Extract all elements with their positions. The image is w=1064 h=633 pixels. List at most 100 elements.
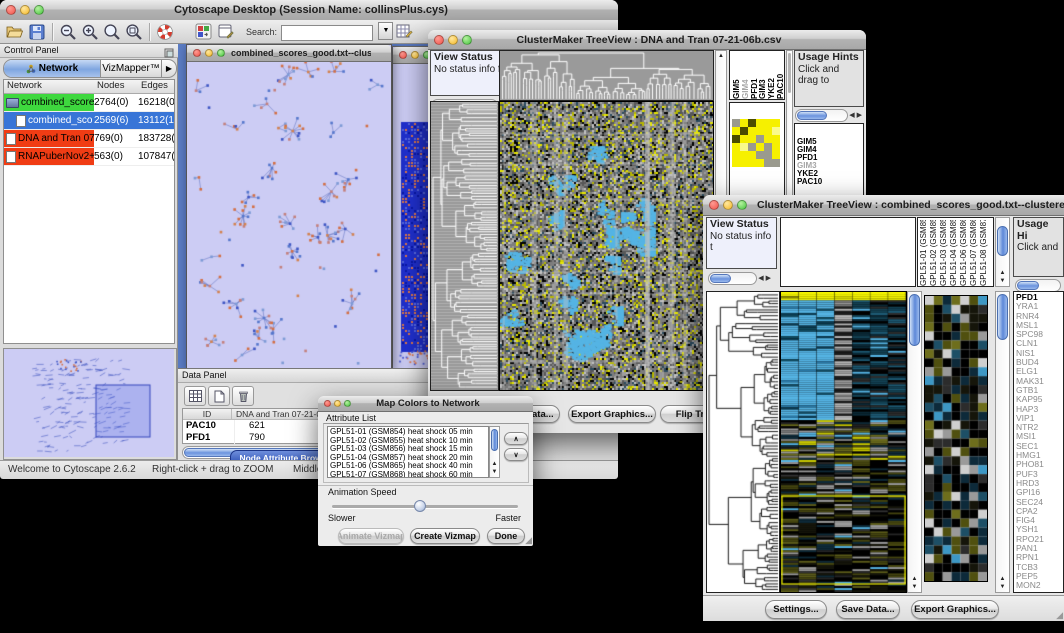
minimize-icon[interactable] <box>448 35 458 45</box>
zoom-window-icon[interactable] <box>217 49 225 57</box>
tv2-top-scrollbar[interactable]: ▲ ▼ <box>995 217 1010 287</box>
close-icon[interactable] <box>434 35 444 45</box>
tv2-button-export-graphics[interactable]: Export Graphics... <box>911 600 999 619</box>
tv2-top-dendrogram[interactable] <box>780 217 916 287</box>
dialog-title: Map Colors to Network <box>357 398 499 409</box>
traffic-lights[interactable] <box>703 200 753 210</box>
tv2-status-scrollbar[interactable]: ◀▶ <box>708 272 772 285</box>
tab-network[interactable]: Network <box>4 60 101 77</box>
move-up-button[interactable]: ∧ <box>504 432 528 445</box>
tv2-gene-scrollbar[interactable]: ▲ ▼ <box>995 291 1010 593</box>
attribute-listbox[interactable]: GPL51-01 (GSM854) heat shock 05 minGPL51… <box>327 426 489 478</box>
tv1-usage-scrollbar[interactable]: ◀▶ <box>795 109 863 122</box>
tabs-overflow-button[interactable]: ▶ <box>161 60 176 77</box>
tv2-view-status-message: No status info t <box>710 231 771 254</box>
tv1-detail-matrix[interactable] <box>732 119 780 167</box>
network-canvas-1[interactable] <box>187 62 389 368</box>
network-overview-canvas[interactable] <box>4 349 174 457</box>
network-name-label: DNA and Tran 07 <box>18 133 94 144</box>
zoom-window-icon[interactable] <box>462 35 472 45</box>
close-icon[interactable] <box>324 400 331 407</box>
zoom-window-icon[interactable] <box>737 200 747 210</box>
tv2-heatmap-scrollbar[interactable]: ▲ ▼ <box>907 291 922 593</box>
traffic-lights[interactable] <box>428 35 478 45</box>
tv2-button-settings[interactable]: Settings... <box>765 600 827 619</box>
tab-vizmapper-label: VizMapper™ <box>102 63 160 74</box>
traffic-lights[interactable] <box>187 49 231 57</box>
minimize-icon[interactable] <box>411 51 419 59</box>
main-titlebar[interactable]: Cytoscape Desktop (Session Name: collins… <box>0 0 618 21</box>
matrix-cell <box>772 159 780 167</box>
animation-slider-thumb[interactable] <box>414 500 426 512</box>
save-icon[interactable] <box>26 22 48 42</box>
close-icon[interactable] <box>709 200 719 210</box>
network-row[interactable]: combined_sco2569(6)13112(15) <box>4 112 174 130</box>
treeview2-titlebar[interactable]: ClusterMaker TreeView : combined_scores_… <box>703 195 1064 216</box>
dialog-button-create-vizmap[interactable]: Create Vizmap <box>410 528 480 544</box>
control-panel-title: Control Panel <box>4 45 59 55</box>
network-edges-value: 13112(15) <box>138 115 174 126</box>
network-row[interactable]: DNA and Tran 07769(0)183728(0) <box>4 130 174 148</box>
traffic-lights[interactable] <box>0 5 50 15</box>
zoom-fit-icon[interactable] <box>101 22 123 42</box>
zoom-in-icon[interactable] <box>79 22 101 42</box>
attribute-list-label: Attribute List <box>326 413 376 423</box>
col-network[interactable]: Network <box>4 80 97 93</box>
zoom-window-icon[interactable] <box>34 5 44 15</box>
move-down-button[interactable]: ∨ <box>504 448 528 461</box>
traffic-lights[interactable] <box>318 400 357 407</box>
help-lifesaver-icon[interactable] <box>154 22 176 42</box>
attribute-list-scrollbar[interactable]: ▲ ▼ <box>489 426 500 478</box>
matrix-cell <box>772 143 780 151</box>
attribute-list-item[interactable]: GPL51-07 (GSM868) heat shock 60 min <box>330 471 488 479</box>
matrix-cell <box>772 119 780 127</box>
delete-attribute-icon[interactable] <box>232 386 254 406</box>
treeview1-titlebar[interactable]: ClusterMaker TreeView : DNA and Tran 07-… <box>428 30 866 50</box>
tv1-view-status-message: No status info f <box>434 64 501 75</box>
vizmapper-icon[interactable] <box>192 22 214 42</box>
search-box[interactable]: ▼ <box>281 22 393 41</box>
matrix-cell <box>732 135 740 143</box>
heatmap-column-label: GIM4 <box>741 53 749 99</box>
tv1-heatmap[interactable] <box>499 101 714 391</box>
attribute-row-id: PAC10 <box>183 420 235 432</box>
minimize-icon[interactable] <box>205 49 213 57</box>
tab-vizmapper[interactable]: VizMapper™ <box>101 60 161 77</box>
tv1-top-dendrogram[interactable] <box>499 50 714 101</box>
new-attribute-icon[interactable] <box>208 386 230 406</box>
attribute-browser-icon[interactable] <box>393 22 415 42</box>
tv2-button-save-data[interactable]: Save Data... <box>836 600 900 619</box>
tv2-detail-heatmap[interactable] <box>924 295 988 582</box>
annotation-icon[interactable] <box>214 22 236 42</box>
zoom-selected-icon[interactable] <box>123 22 145 42</box>
resize-grip[interactable]: ◢ <box>1056 610 1063 621</box>
col-edges[interactable]: Edges <box>141 80 174 93</box>
data-col-id[interactable]: ID <box>183 409 232 419</box>
dialog-titlebar[interactable]: Map Colors to Network <box>318 396 533 412</box>
network-window-title: combined_scores_good.txt--cluste... <box>231 48 371 58</box>
network-overview-panel[interactable] <box>3 348 177 460</box>
dialog-button-done[interactable]: Done <box>487 528 525 544</box>
search-input[interactable] <box>281 25 373 41</box>
network-row[interactable]: RNAPuberNov2+|563(0)107847(0) <box>4 148 174 166</box>
minimize-icon[interactable] <box>723 200 733 210</box>
tv2-heatmap[interactable] <box>780 291 907 593</box>
close-icon[interactable] <box>399 51 407 59</box>
tv1-left-dendrogram[interactable] <box>430 101 499 391</box>
attribute-select-icon[interactable] <box>184 386 206 406</box>
minimize-icon[interactable] <box>334 400 341 407</box>
tv1-button-export-graphics[interactable]: Export Graphics... <box>568 405 656 423</box>
close-icon[interactable] <box>193 49 201 57</box>
open-file-icon[interactable] <box>4 22 26 42</box>
search-dropdown-icon[interactable]: ▼ <box>378 22 393 40</box>
col-nodes[interactable]: Nodes <box>97 80 141 93</box>
close-icon[interactable] <box>6 5 16 15</box>
search-label: Search: <box>246 27 277 37</box>
tv2-left-dendrogram[interactable] <box>706 291 780 593</box>
matrix-cell <box>764 151 772 159</box>
network-row[interactable]: combined_scores_2764(0)16218(0) <box>4 94 174 112</box>
zoom-out-icon[interactable] <box>57 22 79 42</box>
resize-grip[interactable]: ◢ <box>525 535 532 546</box>
minimize-icon[interactable] <box>20 5 30 15</box>
zoom-window-icon[interactable] <box>344 400 351 407</box>
